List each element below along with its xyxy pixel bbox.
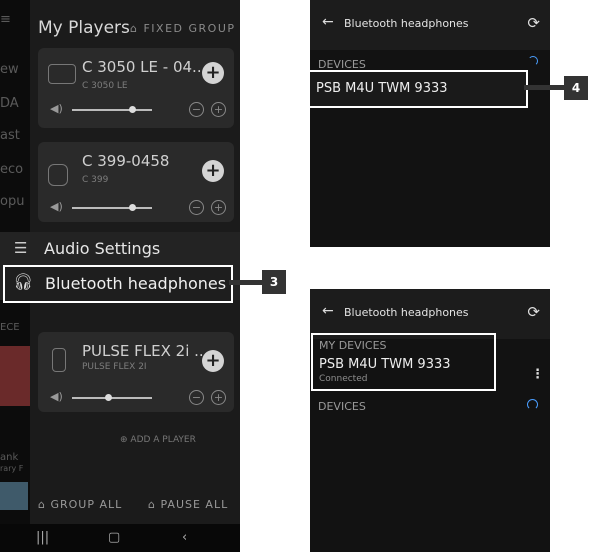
header: ← Bluetooth headphones ⟳ [310,0,550,50]
home-icon: ⌂ [148,498,161,511]
ghost-text: opu [0,194,25,209]
recent-apps-icon[interactable]: ||| [36,530,49,545]
add-player-button[interactable]: ⊕ ADD A PLAYER [120,435,196,445]
ghost-thumbnail [0,482,28,510]
add-button[interactable]: + [202,62,224,84]
refresh-icon[interactable]: ⟳ [527,14,540,32]
plus-circle-icon: ⊕ [120,435,131,445]
device-name[interactable]: PSB M4U TWM 9333 [319,357,451,372]
sliders-icon: ☰ [14,239,28,257]
volume-up-button[interactable]: + [211,390,226,405]
add-button[interactable]: + [202,350,224,372]
back-icon[interactable]: ‹ [182,530,187,545]
speaker-icon [48,164,68,186]
speaker-bar-icon [48,64,76,84]
my-devices-label: MY DEVICES [319,339,387,352]
ghost-text: rary F [0,464,24,473]
ghost-text: ew [0,62,19,77]
ghost-text: ast [0,128,20,143]
screen-title: Bluetooth headphones [344,306,469,319]
ghost-thumbnail [0,346,30,406]
callout-connector [524,85,564,90]
players-screen: ≡ ew DA ast eco opu ECE ank rary F My Pl… [0,0,240,552]
volume-down-button[interactable]: − [189,390,204,405]
player-card[interactable]: PULSE FLEX 2i ... PULSE FLEX 2I + ◀) − + [38,332,234,412]
fixed-group-label: ⌂ FIXED GROUP [130,22,236,35]
player-model: PULSE FLEX 2I [82,362,147,372]
pause-all-button[interactable]: ⌂ PAUSE ALL [148,498,228,511]
volume-slider-knob[interactable] [129,204,136,211]
android-nav-bar: ||| ▢ ‹ [0,524,240,552]
volume-down-button[interactable]: − [189,102,204,117]
volume-slider[interactable] [72,109,152,111]
back-arrow-icon[interactable]: ← [322,303,334,319]
volume-down-button[interactable]: − [189,200,204,215]
add-button[interactable]: + [202,160,224,182]
player-name: C 3050 LE - 04... [82,58,207,76]
ghost-text: ank [0,452,19,463]
volume-up-button[interactable]: + [211,102,226,117]
bluetooth-headphones-item[interactable]: 🎧︎ Bluetooth headphones [3,265,233,303]
header: ← Bluetooth headphones ⟳ [310,289,550,339]
volume-icon: ◀) [50,200,63,213]
screen-title: Bluetooth headphones [344,17,469,30]
bluetooth-screen-bottom: ← Bluetooth headphones ⟳ MY DEVICES PSB … [310,289,550,552]
volume-up-button[interactable]: + [211,200,226,215]
player-model: C 399 [82,175,109,185]
home-button-icon[interactable]: ▢ [108,530,120,545]
bluetooth-headphones-label: Bluetooth headphones [45,274,227,293]
more-options-icon[interactable]: ⋮ [531,367,544,382]
callout-4: 4 [564,76,588,100]
device-row[interactable]: PSB M4U TWM 9333 [310,70,528,108]
ghost-glyph: ≡ [0,12,11,27]
home-icon: ⌂ [38,498,51,511]
back-arrow-icon[interactable]: ← [322,14,334,30]
ghost-text: eco [0,162,24,177]
connection-status: Connected [319,374,368,384]
player-model: C 3050 LE [82,81,128,91]
callout-3: 3 [262,270,286,294]
player-name: C 399-0458 [82,152,170,170]
player-card[interactable]: C 3050 LE - 04... C 3050 LE + ◀) − + [38,48,234,128]
audio-settings-item[interactable]: ☰ Audio Settings [0,232,236,266]
loading-spinner-icon [528,56,538,66]
device-name: PSB M4U TWM 9333 [316,81,448,96]
volume-slider[interactable] [72,397,152,399]
page-title: My Players [38,18,130,38]
player-card[interactable]: C 399-0458 C 399 + ◀) − + [38,142,234,222]
devices-section-label: DEVICES [318,400,366,413]
portable-speaker-icon [52,348,66,372]
ghost-text: DA [0,96,19,111]
refresh-icon[interactable]: ⟳ [527,303,540,321]
ghost-text: ECE [0,322,20,333]
bluetooth-screen-top: ← Bluetooth headphones ⟳ DEVICES PSB M4U… [310,0,550,247]
audio-settings-label: Audio Settings [44,239,161,258]
callout-connector [229,280,262,285]
volume-slider[interactable] [72,207,152,209]
headphones-icon: 🎧︎ [13,272,34,291]
group-all-button[interactable]: ⌂ GROUP ALL [38,498,122,511]
home-icon: ⌂ [130,22,144,35]
volume-slider-knob[interactable] [129,106,136,113]
my-devices-highlight: MY DEVICES PSB M4U TWM 9333 Connected [311,333,496,391]
volume-slider-knob[interactable] [105,394,112,401]
volume-icon: ◀) [50,102,63,115]
loading-spinner-icon [527,399,538,410]
player-name: PULSE FLEX 2i ... [82,342,209,360]
volume-icon: ◀) [50,390,63,403]
